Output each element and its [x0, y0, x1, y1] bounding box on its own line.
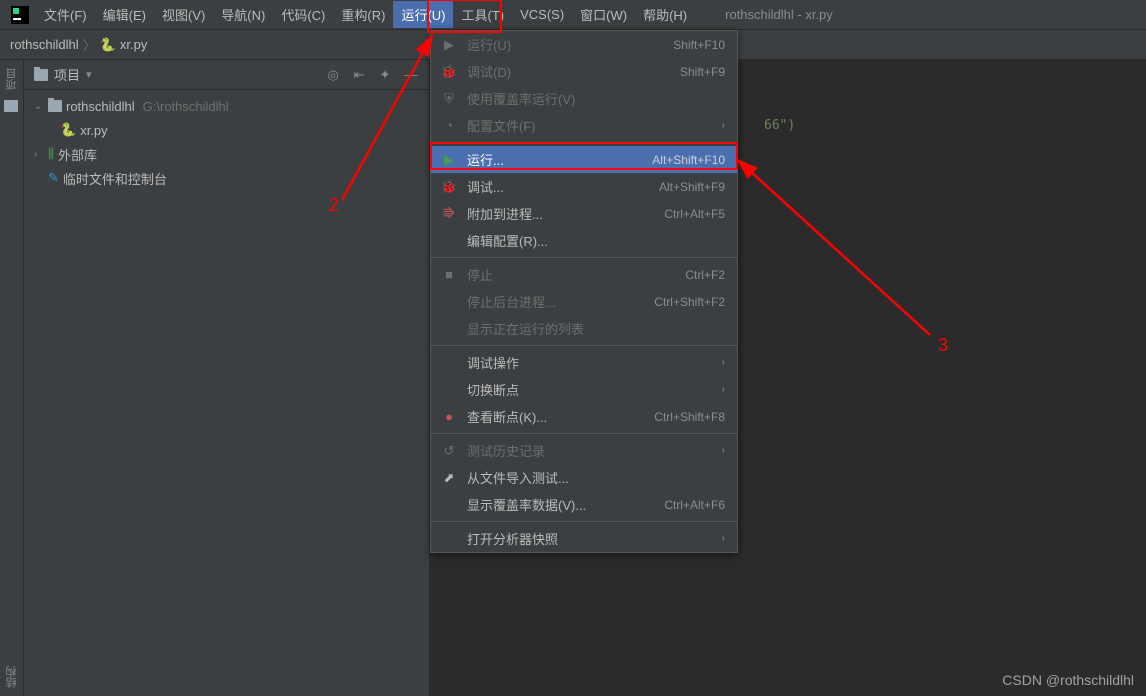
python-file-icon: 🐍: [100, 37, 116, 53]
menu-navigate[interactable]: 导航(N): [213, 1, 273, 28]
menu-view[interactable]: 视图(V): [154, 1, 213, 28]
breadcrumb-root[interactable]: rothschildlhl: [10, 37, 79, 52]
app-icon: [10, 5, 30, 25]
menu-view-bp[interactable]: ● 查看断点(K)... Ctrl+Shift+F8: [431, 403, 737, 430]
folder-icon: [4, 100, 18, 112]
menu-separator: [431, 257, 737, 258]
menu-edit-config[interactable]: 编辑配置(R)...: [431, 227, 737, 254]
menu-run-coverage[interactable]: ⛨ 使用覆盖率运行(V): [431, 85, 737, 112]
settings-icon[interactable]: ✦: [377, 67, 393, 83]
chevron-right-icon: ›: [722, 384, 725, 395]
gutter-project-label[interactable]: 项目: [4, 68, 20, 90]
annotation-label-3: 3: [938, 335, 948, 356]
menu-toggle-bp[interactable]: 切换断点 ›: [431, 376, 737, 403]
gutter-structure-label[interactable]: 结构: [4, 666, 20, 688]
menu-separator: [431, 345, 737, 346]
menu-show-coverage[interactable]: 显示覆盖率数据(V)... Ctrl+Alt+F6: [431, 491, 737, 518]
menu-separator: [431, 142, 737, 143]
menu-separator: [431, 521, 737, 522]
menu-stop[interactable]: ■ 停止 Ctrl+F2: [431, 261, 737, 288]
breadcrumb-file[interactable]: 🐍 xr.py: [100, 37, 148, 53]
menu-profiler-snapshot[interactable]: 打开分析器快照 ›: [431, 525, 737, 552]
tree-file[interactable]: 🐍 xr.py: [24, 118, 429, 142]
breakpoint-icon: ●: [441, 409, 457, 424]
attach-icon: ⭆: [441, 206, 457, 222]
chevron-right-icon[interactable]: ›: [34, 149, 44, 160]
target-icon[interactable]: ◎: [325, 67, 341, 83]
watermark: CSDN @rothschildlhl: [1002, 672, 1134, 688]
menu-run-dots[interactable]: ▶ 运行... Alt+Shift+F10: [431, 146, 737, 173]
tree-scratches[interactable]: ✎ 临时文件和控制台: [24, 166, 429, 190]
chevron-down-icon[interactable]: ▾: [86, 68, 92, 81]
hide-icon[interactable]: —: [403, 67, 419, 83]
menubar: 文件(F) 编辑(E) 视图(V) 导航(N) 代码(C) 重构(R) 运行(U…: [0, 0, 1146, 30]
menu-import-tests[interactable]: ⬈ 从文件导入测试...: [431, 464, 737, 491]
play-icon: ▶: [441, 152, 457, 168]
chevron-right-icon: 〉: [83, 35, 96, 54]
menu-attach[interactable]: ⭆ 附加到进程... Ctrl+Alt+F5: [431, 200, 737, 227]
library-icon: ⫼: [48, 146, 54, 162]
tree-external-libs[interactable]: › ⫼ 外部库: [24, 142, 429, 166]
menu-debug-item[interactable]: 🐞 调试(D) Shift+F9: [431, 58, 737, 85]
menu-show-running[interactable]: 显示正在运行的列表: [431, 315, 737, 342]
chevron-right-icon: ›: [722, 357, 725, 368]
clock-icon: ◔: [441, 118, 457, 133]
play-icon: ▶: [441, 37, 457, 53]
menu-code[interactable]: 代码(C): [273, 1, 333, 28]
chevron-down-icon[interactable]: ⌄: [34, 101, 44, 112]
history-icon: ↺: [441, 443, 457, 459]
menu-help[interactable]: 帮助(H): [635, 1, 695, 28]
project-tree: ⌄ rothschildlhl G:\rothschildlhl 🐍 xr.py…: [24, 90, 429, 194]
chevron-right-icon: ›: [722, 445, 725, 456]
chevron-right-icon: ›: [722, 120, 725, 131]
menu-run[interactable]: 运行(U): [393, 1, 453, 28]
window-title: rothschildlhl - xr.py: [725, 7, 833, 22]
menu-window[interactable]: 窗口(W): [572, 1, 635, 28]
annotation-label-2: 2: [329, 195, 339, 216]
menu-debug-actions[interactable]: 调试操作 ›: [431, 349, 737, 376]
menu-edit[interactable]: 编辑(E): [95, 1, 154, 28]
chevron-right-icon: ›: [722, 533, 725, 544]
menu-run-item[interactable]: ▶ 运行(U) Shift+F10: [431, 31, 737, 58]
menu-stop-bg[interactable]: 停止后台进程... Ctrl+Shift+F2: [431, 288, 737, 315]
code-fragment: 66"): [764, 118, 795, 133]
import-icon: ⬈: [441, 470, 457, 486]
tool-window-gutter: 项目 结构: [0, 60, 24, 696]
scratch-icon: ✎: [48, 170, 59, 186]
bug-icon: 🐞: [441, 64, 457, 80]
python-file-icon: 🐍: [60, 122, 76, 138]
run-menu-dropdown: ▶ 运行(U) Shift+F10 🐞 调试(D) Shift+F9 ⛨ 使用覆…: [430, 30, 738, 553]
menu-vcs[interactable]: VCS(S): [512, 3, 572, 26]
menu-file[interactable]: 文件(F): [36, 1, 95, 28]
sidebar-title: 项目: [54, 65, 80, 84]
project-sidebar: 项目 ▾ ◎ ⇤ ✦ — ⌄ rothschildlhl G:\rothschi…: [24, 60, 430, 696]
tree-root[interactable]: ⌄ rothschildlhl G:\rothschildlhl: [24, 94, 429, 118]
coverage-icon: ⛨: [441, 91, 457, 107]
stop-icon: ■: [441, 267, 457, 282]
folder-icon: [48, 100, 62, 112]
menu-profile[interactable]: ◔ 配置文件(F) ›: [431, 112, 737, 139]
menu-tools[interactable]: 工具(T): [453, 1, 512, 28]
menu-separator: [431, 433, 737, 434]
menu-test-history[interactable]: ↺ 测试历史记录 ›: [431, 437, 737, 464]
menu-refactor[interactable]: 重构(R): [333, 1, 393, 28]
bug-icon: 🐞: [441, 179, 457, 195]
collapse-icon[interactable]: ⇤: [351, 67, 367, 83]
folder-icon: [34, 69, 48, 81]
menu-debug-dots[interactable]: 🐞 调试... Alt+Shift+F9: [431, 173, 737, 200]
